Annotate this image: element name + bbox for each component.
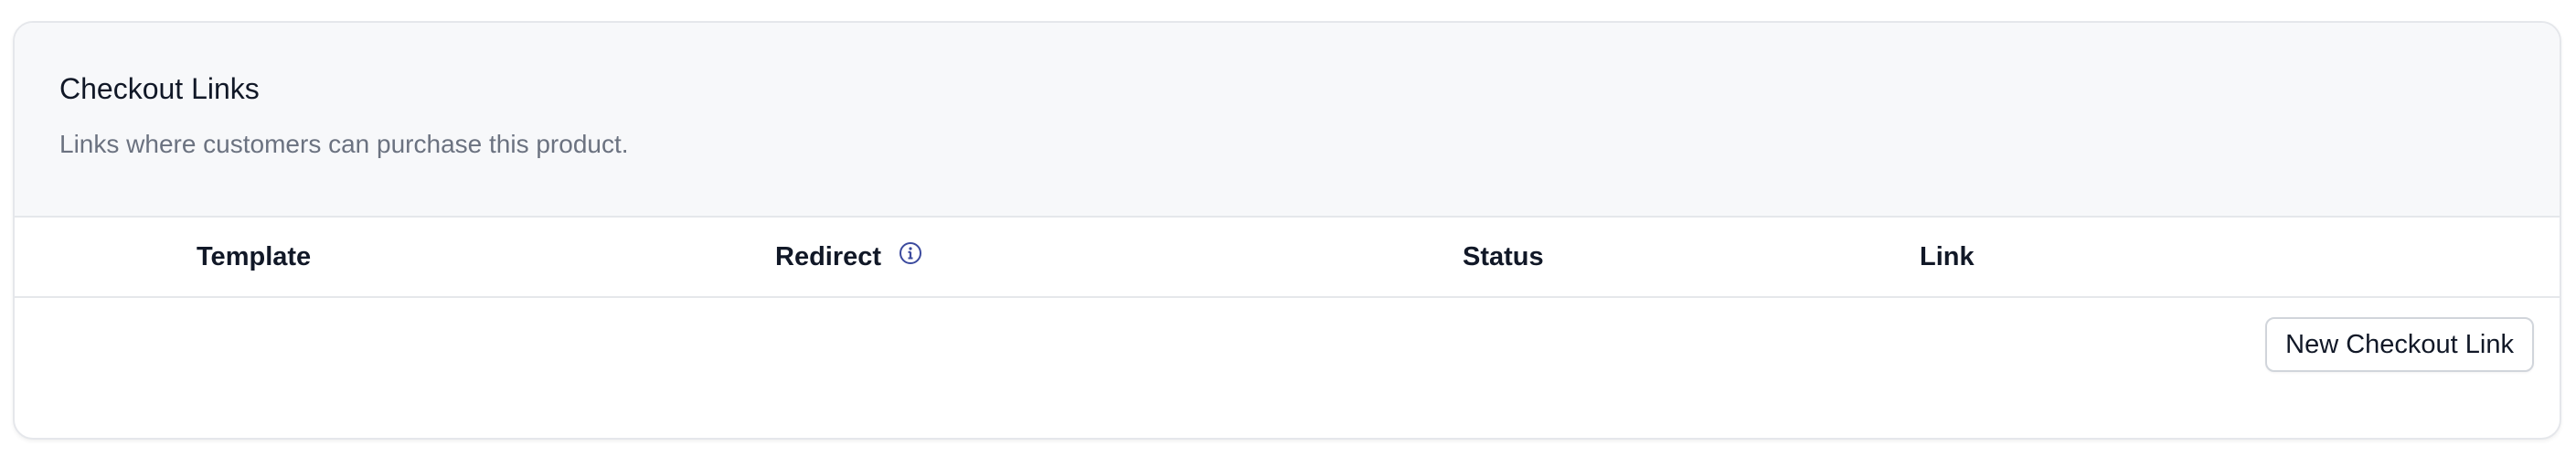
info-icon[interactable] xyxy=(898,240,923,266)
column-header-link: Link xyxy=(1920,218,1975,296)
table-header-row: Template Redirect Status Link xyxy=(15,218,2560,298)
checkout-links-card: Checkout Links Links where customers can… xyxy=(13,21,2561,440)
column-header-link-label: Link xyxy=(1920,241,1975,271)
column-header-template-label: Template xyxy=(197,241,312,271)
card-header: Checkout Links Links where customers can… xyxy=(15,23,2560,218)
table-body xyxy=(15,298,2560,438)
column-header-status: Status xyxy=(1463,218,1544,296)
column-header-redirect: Redirect xyxy=(775,218,923,296)
column-header-template: Template xyxy=(197,218,311,296)
column-header-status-label: Status xyxy=(1463,241,1544,271)
card-title: Checkout Links xyxy=(59,72,260,105)
column-header-redirect-label: Redirect xyxy=(775,241,882,271)
card-subtitle: Links where customers can purchase this … xyxy=(59,130,629,158)
new-checkout-link-button[interactable]: New Checkout Link xyxy=(2265,317,2534,372)
